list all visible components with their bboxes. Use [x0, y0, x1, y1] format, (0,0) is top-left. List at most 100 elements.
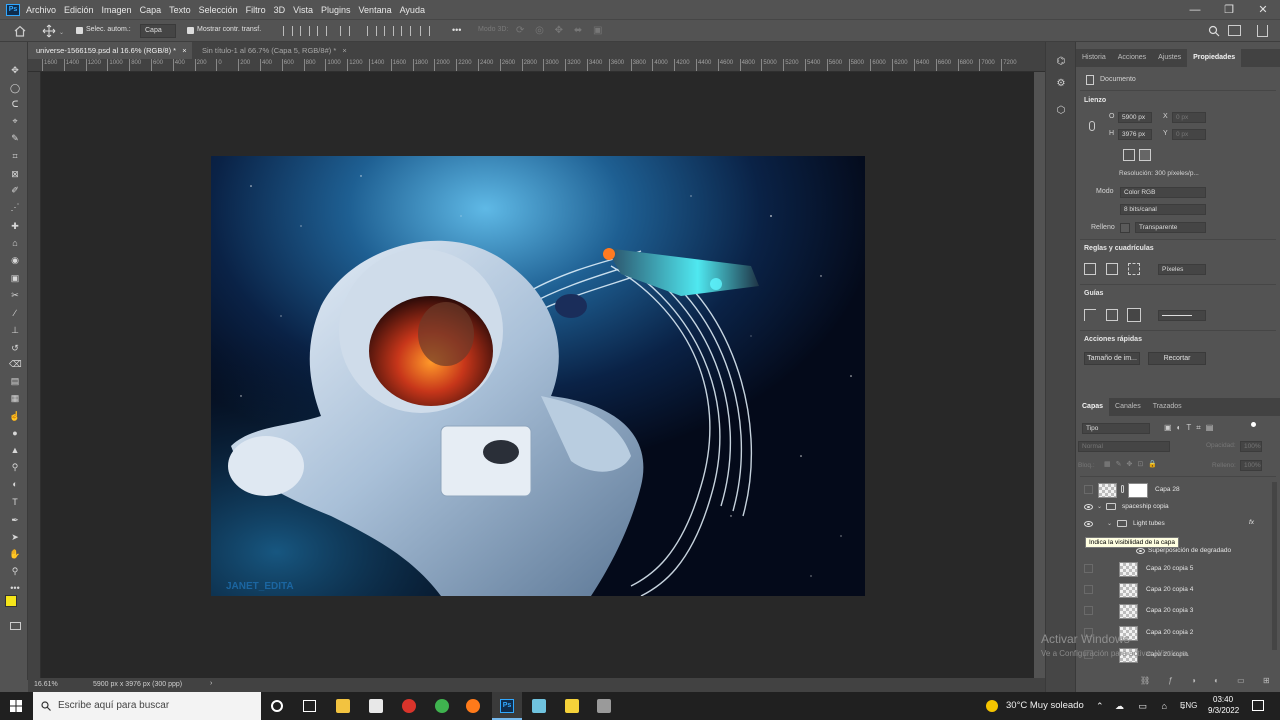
- transform-controls-checkbox[interactable]: [187, 27, 194, 34]
- layer-filter-dropdown[interactable]: Tipo: [1082, 423, 1150, 434]
- ruler-toggle-icon[interactable]: [1084, 263, 1096, 275]
- patch-tool-icon[interactable]: ⌂: [9, 237, 21, 249]
- hand-tool-icon[interactable]: ✋: [9, 548, 21, 560]
- gradient-tool-icon[interactable]: ▤: [9, 375, 21, 387]
- weather-text[interactable]: 30°C Muy soleado: [1006, 692, 1084, 720]
- path-select-tool-icon[interactable]: ➤: [9, 531, 21, 543]
- color-replace-tool-icon[interactable]: ✂: [9, 289, 21, 301]
- red-eye-tool-icon[interactable]: ◉: [9, 254, 21, 266]
- object-select-tool-icon[interactable]: ⌖: [9, 115, 21, 127]
- portrait-orientation-icon[interactable]: [1123, 149, 1135, 161]
- vertical-ruler[interactable]: [28, 72, 41, 678]
- menu-edicion[interactable]: Edición: [64, 5, 94, 15]
- landscape-orientation-icon[interactable]: [1139, 149, 1151, 161]
- smudge-tool-icon[interactable]: ☝: [9, 410, 21, 422]
- tab-sin-titulo[interactable]: Sin título-1 al 66.7% (Capa 5, RGB/8#) *…: [194, 42, 347, 59]
- eye-icon[interactable]: [1084, 504, 1093, 510]
- paint-bucket-tool-icon[interactable]: ▦: [9, 392, 21, 404]
- fx-icon[interactable]: fx: [1249, 519, 1254, 526]
- history-panel-icon[interactable]: ⌬: [1055, 56, 1067, 68]
- auto-select-dropdown[interactable]: Capa: [140, 24, 176, 38]
- adjustments-panel-icon[interactable]: ⚙: [1055, 78, 1067, 90]
- eraser-tool-icon[interactable]: ⌫: [9, 358, 22, 370]
- dodge-tool-icon[interactable]: ⚲: [9, 461, 21, 473]
- marquee-tool-icon[interactable]: ◯: [9, 82, 21, 94]
- close-icon[interactable]: ×: [342, 46, 346, 55]
- sharpen-tool-icon[interactable]: ▲: [9, 444, 21, 456]
- workspace-icon[interactable]: [1228, 25, 1241, 36]
- width-field[interactable]: 5900 px: [1118, 112, 1152, 123]
- horizontal-ruler[interactable]: 1600 1400 1200 1000 800 600 400 200 0 200 400 600 80…: [28, 59, 1045, 72]
- lasso-tool-icon[interactable]: ᑕ: [9, 98, 21, 110]
- fill-swatch[interactable]: [1120, 223, 1130, 233]
- photoshop-taskbar-button[interactable]: Ps: [492, 692, 522, 720]
- link-icon[interactable]: [1089, 121, 1095, 131]
- layer-row-capa-20-copia-3[interactable]: Capa 20 copia 3: [1076, 601, 1266, 622]
- height-field[interactable]: 3976 px: [1118, 129, 1152, 140]
- units-dropdown[interactable]: Píxeles: [1158, 264, 1206, 275]
- sponge-tool-icon[interactable]: ◐: [9, 478, 21, 490]
- move-tool-icon[interactable]: [42, 24, 56, 38]
- chevron-down-icon[interactable]: ⌄: [59, 29, 64, 36]
- opacity-field[interactable]: 100%: [1240, 441, 1262, 452]
- task-view-icon[interactable]: [303, 700, 316, 712]
- home-icon[interactable]: [14, 25, 26, 37]
- layer-filter-icons[interactable]: ▣◐T⌗▤: [1164, 423, 1218, 433]
- file-explorer-icon[interactable]: [336, 699, 350, 713]
- distribute-middle-icon[interactable]: [384, 26, 394, 36]
- image-size-button[interactable]: Tamaño de im...: [1084, 352, 1140, 365]
- app-blue-icon[interactable]: [532, 699, 546, 713]
- more-options-button[interactable]: •••: [452, 25, 461, 35]
- crop-button[interactable]: Recortar: [1148, 352, 1206, 365]
- layer-mask-thumbnail[interactable]: [1128, 483, 1148, 498]
- app-red-icon[interactable]: [402, 699, 416, 713]
- maximize-button[interactable]: ❐: [1212, 3, 1246, 16]
- mail-icon[interactable]: [369, 699, 383, 713]
- layers-footer-icons[interactable]: ⛓ ƒ ◑ ◐ ▭ ⊞ 🗑: [1140, 676, 1280, 685]
- eye-icon[interactable]: [1084, 521, 1093, 527]
- align-center-icon[interactable]: [300, 26, 310, 36]
- align-left-icon[interactable]: [283, 26, 293, 36]
- distribute-top-icon[interactable]: [367, 26, 377, 36]
- tray-chevron-icon[interactable]: ⌃: [1096, 692, 1104, 720]
- taskbar-search[interactable]: Escribe aquí para buscar: [33, 692, 261, 720]
- mode-dropdown[interactable]: Color RGB: [1120, 187, 1206, 198]
- align-right-icon[interactable]: [317, 26, 327, 36]
- zoom-level[interactable]: 16.61%: [34, 681, 58, 688]
- auto-select-checkbox[interactable]: [76, 27, 83, 34]
- crop-tool-icon[interactable]: ⌗: [9, 150, 21, 162]
- blur-tool-icon[interactable]: ●: [9, 427, 21, 439]
- menu-vista[interactable]: Vista: [293, 5, 313, 15]
- y-field[interactable]: 0 px: [1172, 129, 1206, 140]
- guide-style-dropdown[interactable]: [1158, 310, 1206, 321]
- windows-start-icon[interactable]: [10, 700, 22, 712]
- text-tool-icon[interactable]: T: [9, 496, 21, 508]
- fill-dropdown[interactable]: Transparente: [1135, 222, 1206, 233]
- chevron-down-icon[interactable]: ⌄: [1097, 503, 1102, 510]
- menu-ventana[interactable]: Ventana: [359, 5, 392, 15]
- menu-archivo[interactable]: Archivo: [26, 5, 56, 15]
- clone-stamp-tool-icon[interactable]: ⊥: [9, 324, 21, 336]
- smart-guides-icon[interactable]: [1127, 308, 1141, 322]
- document-canvas[interactable]: JANET_EDITA: [211, 156, 865, 596]
- tab-universe[interactable]: universe-1566159.psd al 16.6% (RGB/8) * …: [28, 42, 192, 59]
- layers-scrollbar[interactable]: [1272, 482, 1277, 650]
- notifications-icon[interactable]: [1252, 700, 1264, 711]
- brush-tool-icon[interactable]: ∕: [9, 307, 21, 319]
- cortana-icon[interactable]: [271, 700, 283, 712]
- app-gray-icon[interactable]: [597, 699, 611, 713]
- blend-mode-dropdown[interactable]: Normal: [1078, 441, 1170, 452]
- distribute-left-icon[interactable]: [420, 26, 430, 36]
- grid-toggle-icon[interactable]: [1106, 263, 1118, 275]
- bits-dropdown[interactable]: 8 bits/canal: [1120, 204, 1206, 215]
- status-menu-arrow[interactable]: ›: [210, 680, 212, 687]
- layer-fill-field[interactable]: 100%: [1240, 460, 1262, 471]
- quick-mask-icon[interactable]: [10, 622, 21, 630]
- firefox-icon[interactable]: [466, 699, 480, 713]
- align-top-icon[interactable]: [340, 26, 350, 36]
- menu-ayuda[interactable]: Ayuda: [400, 5, 425, 15]
- menu-plugins[interactable]: Plugins: [321, 5, 351, 15]
- tab-capas[interactable]: Capas: [1076, 398, 1110, 416]
- language-indicator[interactable]: ENG: [1180, 692, 1197, 720]
- tab-acciones[interactable]: Acciones: [1112, 49, 1152, 67]
